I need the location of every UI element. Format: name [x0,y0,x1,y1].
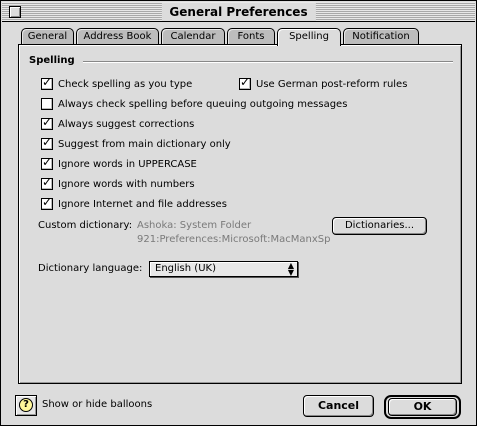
option-label: Check spelling as you type [58,78,193,90]
option-ignore-numbers[interactable]: ✓ Ignore words with numbers [41,175,195,191]
checkbox[interactable]: ✓ [41,195,53,210]
checkbox[interactable]: ✓ [41,115,53,130]
option-label: Always check spelling before queuing out… [58,98,348,110]
section-divider [83,61,453,63]
option-label: Always suggest corrections [58,118,195,130]
up-down-arrows-icon: ▲ ▼ [287,261,294,277]
tab-general[interactable]: General [21,28,74,45]
tab-notification[interactable]: Notification [343,28,419,45]
custom-dictionary-label: Custom dictionary: [38,220,133,231]
balloon-help-button[interactable]: ? [15,395,37,416]
cancel-button[interactable]: Cancel [303,395,374,417]
checkmark-icon: ✓ [42,155,53,169]
preferences-window: General Preferences General Address Book… [0,0,477,426]
option-ignore-internet-addresses[interactable]: ✓ Ignore Internet and file addresses [41,195,227,211]
option-label: Ignore Internet and file addresses [58,198,227,210]
option-label: Use German post-reform rules [256,78,408,90]
dictionary-language-select[interactable]: English (UK) ▲ ▼ [149,261,298,277]
checkbox[interactable]: ✓ [41,135,53,150]
checkmark-icon: ✓ [42,75,53,89]
option-german-post-reform[interactable]: ✓ Use German post-reform rules [239,75,408,91]
window-title: General Preferences [161,3,316,21]
checkmark-icon: ✓ [42,135,53,149]
dictionary-language-label: Dictionary language: [38,263,143,274]
dictionaries-button[interactable]: Dictionaries... [332,217,427,235]
tab-calendar[interactable]: Calendar [161,28,225,45]
custom-dictionary-path-line2: 921:Preferences:Microsoft:MacManxSp [137,234,331,245]
section-title: Spelling [29,55,75,66]
checkbox[interactable]: ✓ [41,155,53,170]
option-always-suggest[interactable]: ✓ Always suggest corrections [41,115,195,131]
balloon-help-icon: ? [19,398,33,412]
option-main-dictionary-only[interactable]: ✓ Suggest from main dictionary only [41,135,231,151]
help-label: Show or hide balloons [42,399,153,410]
checkbox[interactable]: ✓ [41,75,53,90]
spelling-panel: Spelling ✓ Check spelling as you type ✓ … [18,44,462,384]
checkmark-icon: ✓ [42,195,53,209]
checkbox[interactable]: ✓ [239,75,251,90]
tab-address-book[interactable]: Address Book [76,28,159,45]
title-bar[interactable]: General Preferences [2,2,475,22]
option-label: Ignore words with numbers [58,178,195,190]
option-label: Suggest from main dictionary only [58,138,231,150]
option-label: Ignore words in UPPERCASE [58,158,197,170]
option-check-before-queuing[interactable]: Always check spelling before queuing out… [41,97,347,111]
option-check-as-you-type[interactable]: ✓ Check spelling as you type [41,75,193,91]
custom-dictionary-path-line1: Ashoka: System Folder [137,220,252,231]
checkbox[interactable]: ✓ [41,175,53,190]
ok-button[interactable]: OK [388,398,457,416]
checkbox[interactable] [41,98,53,110]
tab-spelling[interactable]: Spelling [277,28,341,46]
checkmark-icon: ✓ [42,175,53,189]
option-ignore-uppercase[interactable]: ✓ Ignore words in UPPERCASE [41,155,197,171]
checkmark-icon: ✓ [240,75,251,89]
close-box-icon[interactable] [9,6,21,18]
tab-fonts[interactable]: Fonts [227,28,275,45]
dictionary-language-value: English (UK) [155,263,216,274]
checkmark-icon: ✓ [42,115,53,129]
